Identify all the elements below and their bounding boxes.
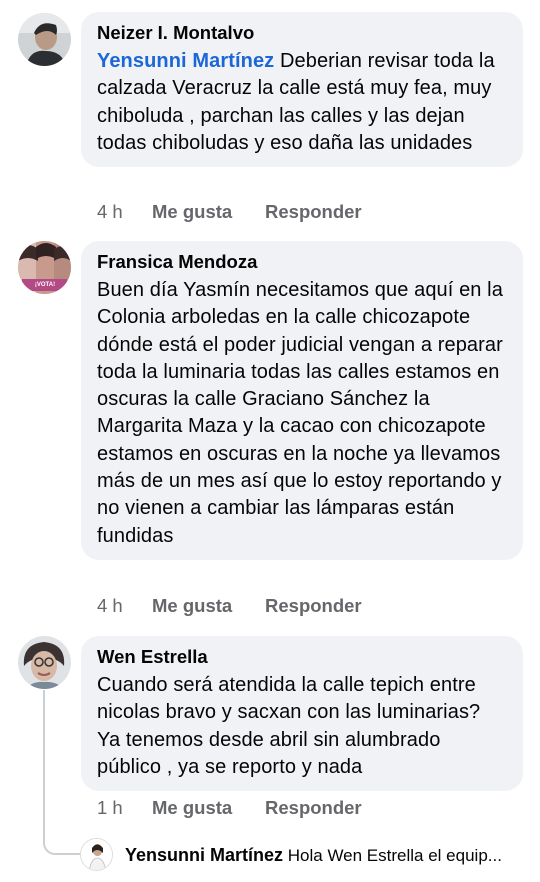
like-button[interactable]: Me gusta (152, 797, 265, 821)
user-photo-icon (18, 13, 71, 66)
avatar[interactable] (80, 838, 113, 871)
user-photo-icon (81, 839, 112, 870)
comment-text: Cuando será atendida la calle tepich ent… (97, 674, 481, 778)
comment-actions: 1 h Me gusta Responder (97, 797, 362, 821)
reply-preview[interactable]: Yensunni Martínez Hola Wen Estrella el e… (80, 838, 530, 872)
reply-snippet: Hola Wen Estrella el equip... (283, 846, 502, 865)
reply-button[interactable]: Responder (265, 201, 362, 225)
comment-time[interactable]: 4 h (97, 595, 152, 619)
avatar[interactable] (18, 13, 71, 66)
comment-author[interactable]: Fransica Mendoza (97, 250, 507, 274)
comment-author[interactable]: Neizer I. Montalvo (97, 21, 507, 45)
like-button[interactable]: Me gusta (152, 201, 265, 225)
avatar[interactable]: ¡VOTA! (18, 241, 71, 294)
reply-button[interactable]: Responder (265, 797, 362, 821)
reply-button[interactable]: Responder (265, 595, 362, 619)
comment-time[interactable]: 1 h (97, 797, 152, 821)
comment-bubble: Neizer I. Montalvo Yensunni Martínez Deb… (81, 12, 523, 168)
comment-author[interactable]: Wen Estrella (97, 645, 507, 669)
reply-author[interactable]: Yensunni Martínez (125, 845, 283, 865)
comment-bubble: Fransica Mendoza Buen día Yasmín necesit… (81, 241, 523, 560)
comment-time[interactable]: 4 h (97, 201, 152, 225)
user-photo-icon (18, 636, 71, 689)
comment-text: Buen día Yasmín necesitamos que aquí en … (97, 279, 503, 547)
avatar[interactable] (18, 636, 71, 689)
reply-preview-text: Yensunni Martínez Hola Wen Estrella el e… (125, 844, 525, 867)
thread-connector (43, 690, 83, 855)
vote-badge: ¡VOTA! (34, 282, 56, 288)
comment-actions: 4 h Me gusta Responder (97, 201, 362, 225)
like-button[interactable]: Me gusta (152, 595, 265, 619)
comment-bubble: Wen Estrella Cuando será atendida la cal… (81, 636, 523, 792)
comment-text: Yensunni Martínez Deberian revisar toda … (97, 48, 507, 157)
comment-actions: 4 h Me gusta Responder (97, 595, 362, 619)
mention-link[interactable]: Yensunni Martínez (97, 50, 274, 72)
